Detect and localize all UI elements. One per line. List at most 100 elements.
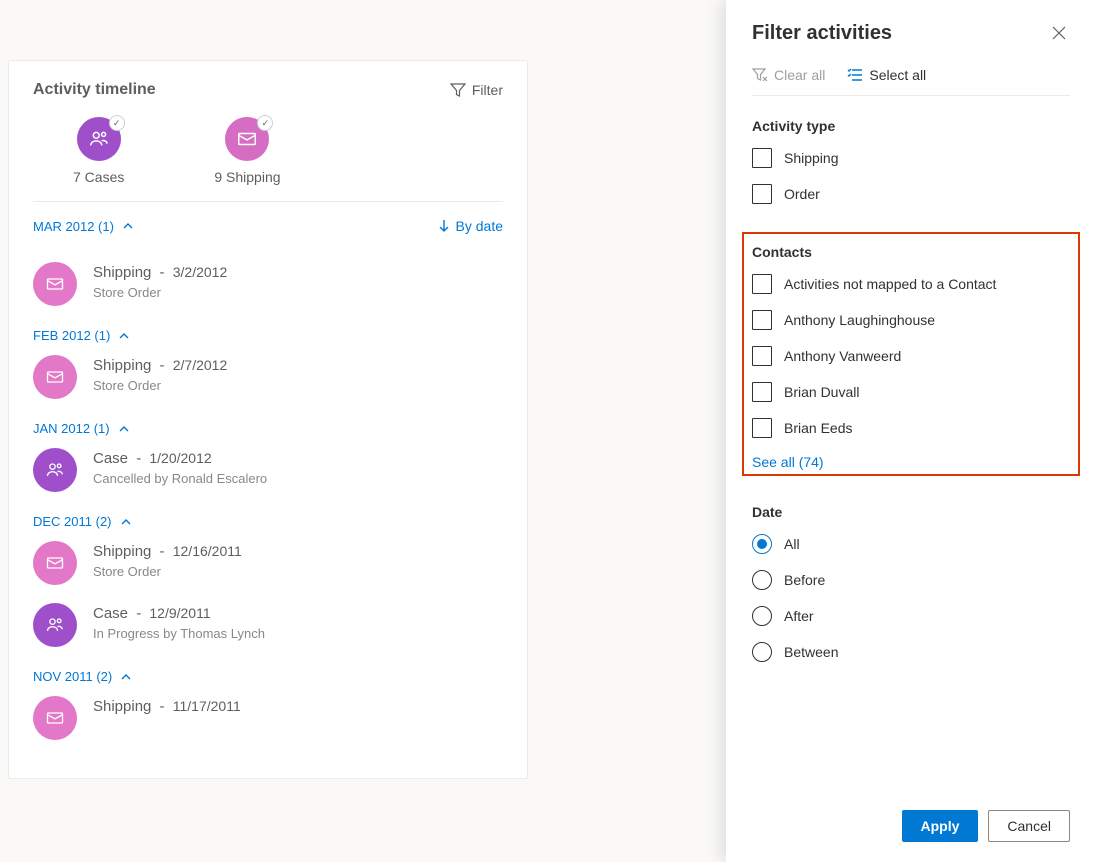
activity-type: Shipping <box>93 357 151 374</box>
activity-body: Case - 1/20/2012Cancelled by Ronald Esca… <box>93 448 267 486</box>
contacts-title: Contacts <box>752 244 1070 260</box>
activity-type: Shipping <box>93 264 151 281</box>
option-label: Shipping <box>784 150 839 166</box>
contact-option[interactable]: Anthony Vanweerd <box>752 346 1070 366</box>
activity-sub: Store Order <box>93 564 242 579</box>
filter-button[interactable]: Filter <box>450 82 503 98</box>
activity-type-option[interactable]: Shipping <box>752 148 1070 168</box>
divider <box>33 201 503 202</box>
summary-cases-label: 7 Cases <box>73 169 124 185</box>
contact-option[interactable]: Activities not mapped to a Contact <box>752 274 1070 294</box>
activity-icon-circle <box>33 603 77 647</box>
option-label: Activities not mapped to a Contact <box>784 276 996 292</box>
select-all-icon <box>847 67 863 83</box>
activity-title: Shipping - 12/16/2011 <box>93 543 242 560</box>
clear-filter-icon <box>752 67 768 83</box>
see-all-contacts[interactable]: See all (74) <box>752 454 824 470</box>
month-header[interactable]: DEC 2011 (2) <box>33 514 503 529</box>
activity-type-title: Activity type <box>752 118 1070 134</box>
activity-icon-circle <box>33 262 77 306</box>
checkbox[interactable] <box>752 382 772 402</box>
option-label: Anthony Laughinghouse <box>784 312 935 328</box>
month-header[interactable]: NOV 2011 (2) <box>33 669 503 684</box>
month-header[interactable]: JAN 2012 (1) <box>33 421 503 436</box>
activity-body: Shipping - 3/2/2012 Store Order <box>93 262 227 300</box>
activity-row[interactable]: Shipping - 11/17/2011 <box>33 696 503 740</box>
option-label: Brian Eeds <box>784 420 852 436</box>
activity-date: 12/16/2011 <box>173 543 242 559</box>
contact-option[interactable]: Anthony Laughinghouse <box>752 310 1070 330</box>
activity-sub: In Progress by Thomas Lynch <box>93 626 265 641</box>
apply-button[interactable]: Apply <box>902 810 979 842</box>
activity-date: 12/9/2011 <box>149 605 210 621</box>
activity-icon-circle <box>33 448 77 492</box>
checkbox[interactable] <box>752 274 772 294</box>
activity-timeline-card: Activity timeline Filter ✓ 7 Cases ✓ 9 S… <box>8 60 528 779</box>
date-option[interactable]: Before <box>752 570 1070 590</box>
filter-panel: Filter activities Clear all Select all A… <box>726 0 1096 862</box>
activity-row[interactable]: Case - 1/20/2012Cancelled by Ronald Esca… <box>33 448 503 492</box>
month-label: DEC 2011 (2) <box>33 514 112 529</box>
radio[interactable] <box>752 534 772 554</box>
panel-body: Clear all Select all Activity type Shipp… <box>726 67 1096 794</box>
panel-footer: Apply Cancel <box>726 794 1096 862</box>
first-group-row: MAR 2012 (1) By date <box>33 218 503 234</box>
chevron-up-icon <box>122 220 134 232</box>
select-all-label: Select all <box>869 67 926 83</box>
activity-sub: Store Order <box>93 378 227 393</box>
activity-body: Case - 12/9/2011In Progress by Thomas Ly… <box>93 603 265 641</box>
option-label: All <box>784 536 800 552</box>
activity-title: Shipping - 2/7/2012 <box>93 357 227 374</box>
select-all-button[interactable]: Select all <box>847 67 926 83</box>
radio[interactable] <box>752 606 772 626</box>
date-title: Date <box>752 504 1070 520</box>
activity-row[interactable]: Case - 12/9/2011In Progress by Thomas Ly… <box>33 603 503 647</box>
panel-actions: Clear all Select all <box>752 67 1070 96</box>
sort-by-date[interactable]: By date <box>438 218 503 234</box>
month-header[interactable]: FEB 2012 (1) <box>33 328 503 343</box>
activity-row[interactable]: Shipping - 12/16/2011 Store Order <box>33 541 503 585</box>
month-label: FEB 2012 (1) <box>33 328 110 343</box>
option-label: Between <box>784 644 838 660</box>
contact-option[interactable]: Brian Duvall <box>752 382 1070 402</box>
summary-shipping[interactable]: ✓ 9 Shipping <box>214 117 280 185</box>
radio[interactable] <box>752 570 772 590</box>
option-label: Order <box>784 186 820 202</box>
filter-icon <box>450 82 466 98</box>
activity-type: Case <box>93 605 128 622</box>
activity-date: 11/17/2011 <box>173 698 241 714</box>
checkbox[interactable] <box>752 148 772 168</box>
month-label: MAR 2012 (1) <box>33 219 114 234</box>
checkbox[interactable] <box>752 184 772 204</box>
close-button[interactable] <box>1048 22 1070 49</box>
activity-date: 2/7/2012 <box>173 357 228 373</box>
contact-option[interactable]: Brian Eeds <box>752 418 1070 438</box>
activity-title: Shipping - 3/2/2012 <box>93 264 227 281</box>
activity-type: Shipping <box>93 698 151 715</box>
activity-body: Shipping - 11/17/2011 <box>93 696 241 715</box>
activity-date: 1/20/2012 <box>149 450 211 466</box>
clear-all-button[interactable]: Clear all <box>752 67 825 83</box>
shipping-circle: ✓ <box>225 117 269 161</box>
month-label: JAN 2012 (1) <box>33 421 110 436</box>
checkbox[interactable] <box>752 310 772 330</box>
activity-icon-circle <box>33 355 77 399</box>
month-header-mar-2012[interactable]: MAR 2012 (1) <box>33 219 134 234</box>
activity-row[interactable]: Shipping - 2/7/2012 Store Order <box>33 355 503 399</box>
contacts-highlight: Contacts Activities not mapped to a Cont… <box>742 232 1080 476</box>
timeline-title: Activity timeline <box>33 81 156 99</box>
option-label: After <box>784 608 814 624</box>
date-option[interactable]: All <box>752 534 1070 554</box>
date-option[interactable]: Between <box>752 642 1070 662</box>
cancel-button[interactable]: Cancel <box>988 810 1070 842</box>
activity-sub: Store Order <box>93 285 227 300</box>
checkbox[interactable] <box>752 346 772 366</box>
checkbox[interactable] <box>752 418 772 438</box>
radio[interactable] <box>752 642 772 662</box>
activity-row[interactable]: Shipping - 3/2/2012 Store Order <box>33 262 503 306</box>
activity-type-option[interactable]: Order <box>752 184 1070 204</box>
summary-cases[interactable]: ✓ 7 Cases <box>73 117 124 185</box>
cases-circle: ✓ <box>77 117 121 161</box>
activity-date: 3/2/2012 <box>173 264 228 280</box>
date-option[interactable]: After <box>752 606 1070 626</box>
